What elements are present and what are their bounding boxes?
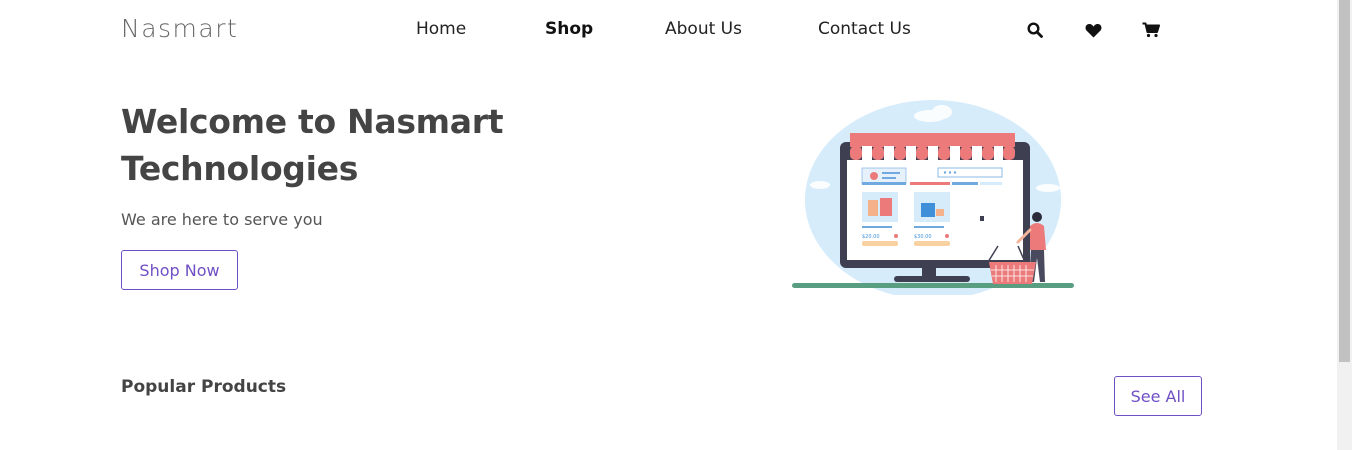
see-all-button[interactable]: See All — [1114, 376, 1202, 416]
scrollbar-thumb[interactable] — [1339, 0, 1350, 362]
search-icon[interactable] — [1026, 21, 1044, 39]
illustration-price-2: $30.00 — [914, 234, 932, 240]
nav-home[interactable]: Home — [416, 19, 466, 39]
vertical-scrollbar[interactable] — [1337, 0, 1352, 450]
heart-icon[interactable] — [1084, 21, 1102, 39]
page: Nasmart Home Shop About Us Contact Us We… — [0, 0, 1337, 450]
shop-now-button[interactable]: Shop Now — [121, 250, 238, 290]
logo[interactable]: Nasmart — [121, 14, 238, 43]
popular-products-title: Popular Products — [121, 377, 287, 397]
hero-subtitle: We are here to serve you — [121, 210, 323, 229]
nav-contact-us[interactable]: Contact Us — [818, 19, 911, 39]
illustration-price-1: $20.00 — [862, 234, 880, 240]
hero-title: Welcome to Nasmart Technologies — [121, 102, 504, 188]
hero-illustration: $20.00 $30.00 — [790, 100, 1080, 300]
nav-about-us[interactable]: About Us — [665, 19, 742, 39]
cart-icon[interactable] — [1142, 21, 1160, 39]
nav-shop[interactable]: Shop — [545, 19, 593, 39]
